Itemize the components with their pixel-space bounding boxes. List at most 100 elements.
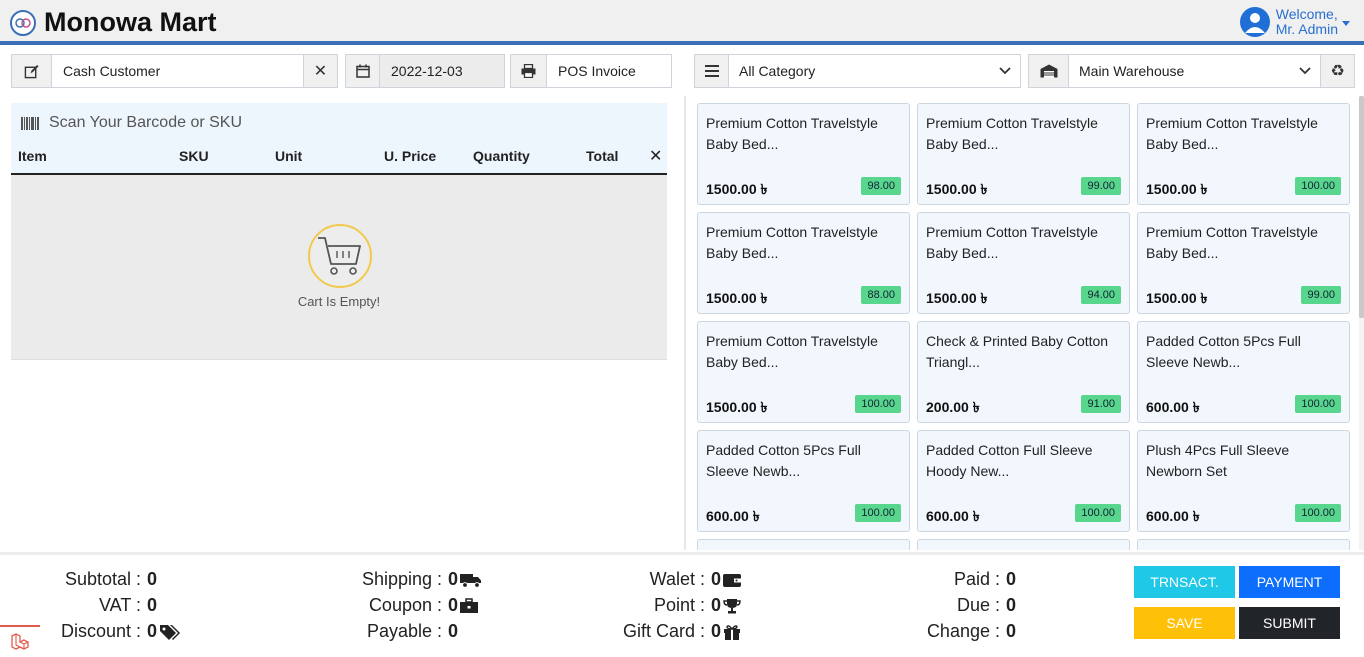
reset-button[interactable]: ♻ xyxy=(1320,55,1354,87)
barcode-input[interactable]: Scan Your Barcode or SKU xyxy=(49,114,242,132)
column-header-quantity: Quantity xyxy=(473,148,530,164)
product-price: 1500.00 ৳ xyxy=(706,181,768,197)
product-price: 1500.00 ৳ xyxy=(1146,181,1208,197)
paid-row: Paid : 0 xyxy=(900,569,1016,590)
product-card[interactable]: Padded Cotton 5Pcs Full Sleeve Newb... 60… xyxy=(1137,321,1350,423)
top-header: Monowa Mart Welcome, Mr. Admin xyxy=(0,0,1364,45)
product-name: Premium Cotton Travelstyle Baby Bed... xyxy=(1146,224,1318,261)
wallet-icon[interactable] xyxy=(723,572,742,588)
stock-badge: 100.00 xyxy=(1295,395,1341,413)
point-label: Point : xyxy=(653,595,705,615)
product-card[interactable]: Plush 4Pcs Full Sleeve Newborn Set 600.00… xyxy=(1137,430,1350,532)
product-price: 1500.00 ৳ xyxy=(706,399,768,415)
gift-icon[interactable] xyxy=(723,624,741,640)
chevron-down-icon xyxy=(1342,20,1350,26)
submit-button[interactable]: SUBMIT xyxy=(1239,607,1340,639)
stock-badge: 91.00 xyxy=(1081,395,1121,413)
product-name: Padded Cotton 5Pcs Full Sleeve Newb... xyxy=(706,442,861,479)
category-value: All Category xyxy=(739,63,816,79)
product-card[interactable]: Premium Cotton Travelstyle Baby Bed... 15… xyxy=(917,103,1130,205)
invoice-type-field[interactable]: POS Invoice xyxy=(510,54,672,88)
stock-badge: 99.00 xyxy=(1301,286,1341,304)
product-name: Padded Cotton 5Pcs Full Sleeve Newb... xyxy=(1146,333,1301,370)
printer-icon[interactable] xyxy=(511,55,547,87)
product-price: 1500.00 ৳ xyxy=(926,290,988,306)
product-name: Padded Cotton Full Sleeve Hoody New... xyxy=(926,442,1093,479)
chevron-down-icon xyxy=(990,67,1020,75)
column-header-sku: SKU xyxy=(179,148,209,164)
product-card[interactable]: Padded Cotton 5Pcs Full Sleeve Newb... 60… xyxy=(697,430,910,532)
scrollbar-thumb[interactable] xyxy=(1359,96,1364,318)
product-card[interactable]: Premium Cotton Travelstyle Baby Bed... 15… xyxy=(1137,103,1350,205)
product-price: 1500.00 ৳ xyxy=(1146,290,1208,306)
change-label: Change : xyxy=(926,621,1000,641)
payable-row: Payable : 0 xyxy=(340,621,458,642)
product-price: 600.00 ৳ xyxy=(926,508,980,524)
product-name: Premium Cotton Travelstyle Baby Bed... xyxy=(1146,115,1318,152)
coupon-label: Coupon : xyxy=(368,595,442,615)
vat-label: VAT : xyxy=(98,595,141,615)
product-price: 1500.00 ৳ xyxy=(706,290,768,306)
product-card[interactable]: Premium Cotton Travelstyle Baby Bed... 15… xyxy=(697,321,910,423)
stock-badge: 100.00 xyxy=(1295,177,1341,195)
due-label: Due : xyxy=(956,595,1000,615)
product-card[interactable]: Premium Cotton Travelstyle Baby Bed... 15… xyxy=(697,212,910,314)
subtotal-value: 0 xyxy=(147,569,158,589)
barcode-scan-field[interactable]: Scan Your Barcode or SKU xyxy=(11,103,667,143)
product-scrollbar[interactable] xyxy=(1359,96,1364,550)
product-card[interactable]: Padded Cotton Full Sleeve Hoody New... 60… xyxy=(917,430,1130,532)
truck-icon[interactable] xyxy=(460,572,482,588)
point-row: Point : 0 xyxy=(600,595,741,616)
product-card[interactable]: Premium Cotton Travelstyle Baby Bed... 15… xyxy=(917,212,1130,314)
product-card[interactable] xyxy=(917,539,1130,550)
date-field[interactable]: 2022-12-03 xyxy=(345,54,505,88)
briefcase-icon[interactable] xyxy=(460,598,479,614)
welcome-user: Mr. Admin xyxy=(1275,21,1338,37)
cart-icon xyxy=(308,224,372,288)
product-card[interactable]: Premium Cotton Travelstyle Baby Bed... 15… xyxy=(697,103,910,205)
category-select[interactable]: All Category xyxy=(694,54,1021,88)
save-button[interactable]: SAVE xyxy=(1134,607,1235,639)
payment-button[interactable]: PAYMENT xyxy=(1239,566,1340,598)
summary-footer: Subtotal : 0 VAT : 0 Discount : 0 Shipping … xyxy=(0,552,1364,657)
product-name: Premium Cotton Travelstyle Baby Bed... xyxy=(706,224,878,261)
cart-empty-text: Cart Is Empty! xyxy=(297,294,381,309)
product-card[interactable]: Premium Cotton Travelstyle Baby Bed... 15… xyxy=(1137,212,1350,314)
user-menu[interactable]: Welcome, Mr. Admin xyxy=(1239,7,1350,37)
product-card[interactable]: Check & Printed Baby Cotton Triangl... 20… xyxy=(917,321,1130,423)
cart-table-header: Item SKU Unit U. Price Quantity Total ✕ xyxy=(11,143,667,175)
edit-icon[interactable] xyxy=(12,55,52,87)
product-name: Premium Cotton Travelstyle Baby Bed... xyxy=(706,333,878,370)
subtotal-row: Subtotal : 0 xyxy=(40,569,157,590)
product-card[interactable] xyxy=(697,539,910,550)
invoice-date: 2022-12-03 xyxy=(380,55,504,87)
column-header-unit-price: U. Price xyxy=(384,148,437,164)
panel-divider xyxy=(684,96,686,550)
vat-row: VAT : 0 xyxy=(40,595,157,616)
clear-cart-close-icon[interactable]: ✕ xyxy=(649,146,662,166)
brand[interactable]: Monowa Mart xyxy=(10,7,217,38)
due-value: 0 xyxy=(1006,595,1017,615)
tags-icon[interactable] xyxy=(159,624,181,640)
customer-select[interactable]: Cash Customer ✕ xyxy=(11,54,338,88)
store-logo-icon xyxy=(10,9,36,36)
wallet-row: Walet : 0 xyxy=(600,569,742,590)
product-card[interactable] xyxy=(1137,539,1350,550)
laravel-debug-icon[interactable] xyxy=(0,625,40,657)
product-name: Plush 4Pcs Full Sleeve Newborn Set xyxy=(1146,442,1290,479)
shipping-row: Shipping : 0 xyxy=(340,569,482,590)
clear-customer-button[interactable]: ✕ xyxy=(303,55,337,87)
point-value: 0 xyxy=(711,595,722,615)
due-row: Due : 0 xyxy=(900,595,1016,616)
warehouse-icon xyxy=(1029,55,1069,87)
trophy-icon[interactable] xyxy=(723,598,741,614)
stock-badge: 94.00 xyxy=(1081,286,1121,304)
product-name: Premium Cotton Travelstyle Baby Bed... xyxy=(926,224,1098,261)
warehouse-select[interactable]: Main Warehouse ♻ xyxy=(1028,54,1355,88)
invoice-type: POS Invoice xyxy=(558,63,636,79)
brand-name: Monowa Mart xyxy=(44,7,217,37)
transaction-button[interactable]: TRNSACT. xyxy=(1134,566,1235,598)
discount-row: Discount : 0 xyxy=(40,621,181,642)
user-avatar-icon xyxy=(1239,7,1270,37)
calendar-icon[interactable] xyxy=(346,55,380,87)
